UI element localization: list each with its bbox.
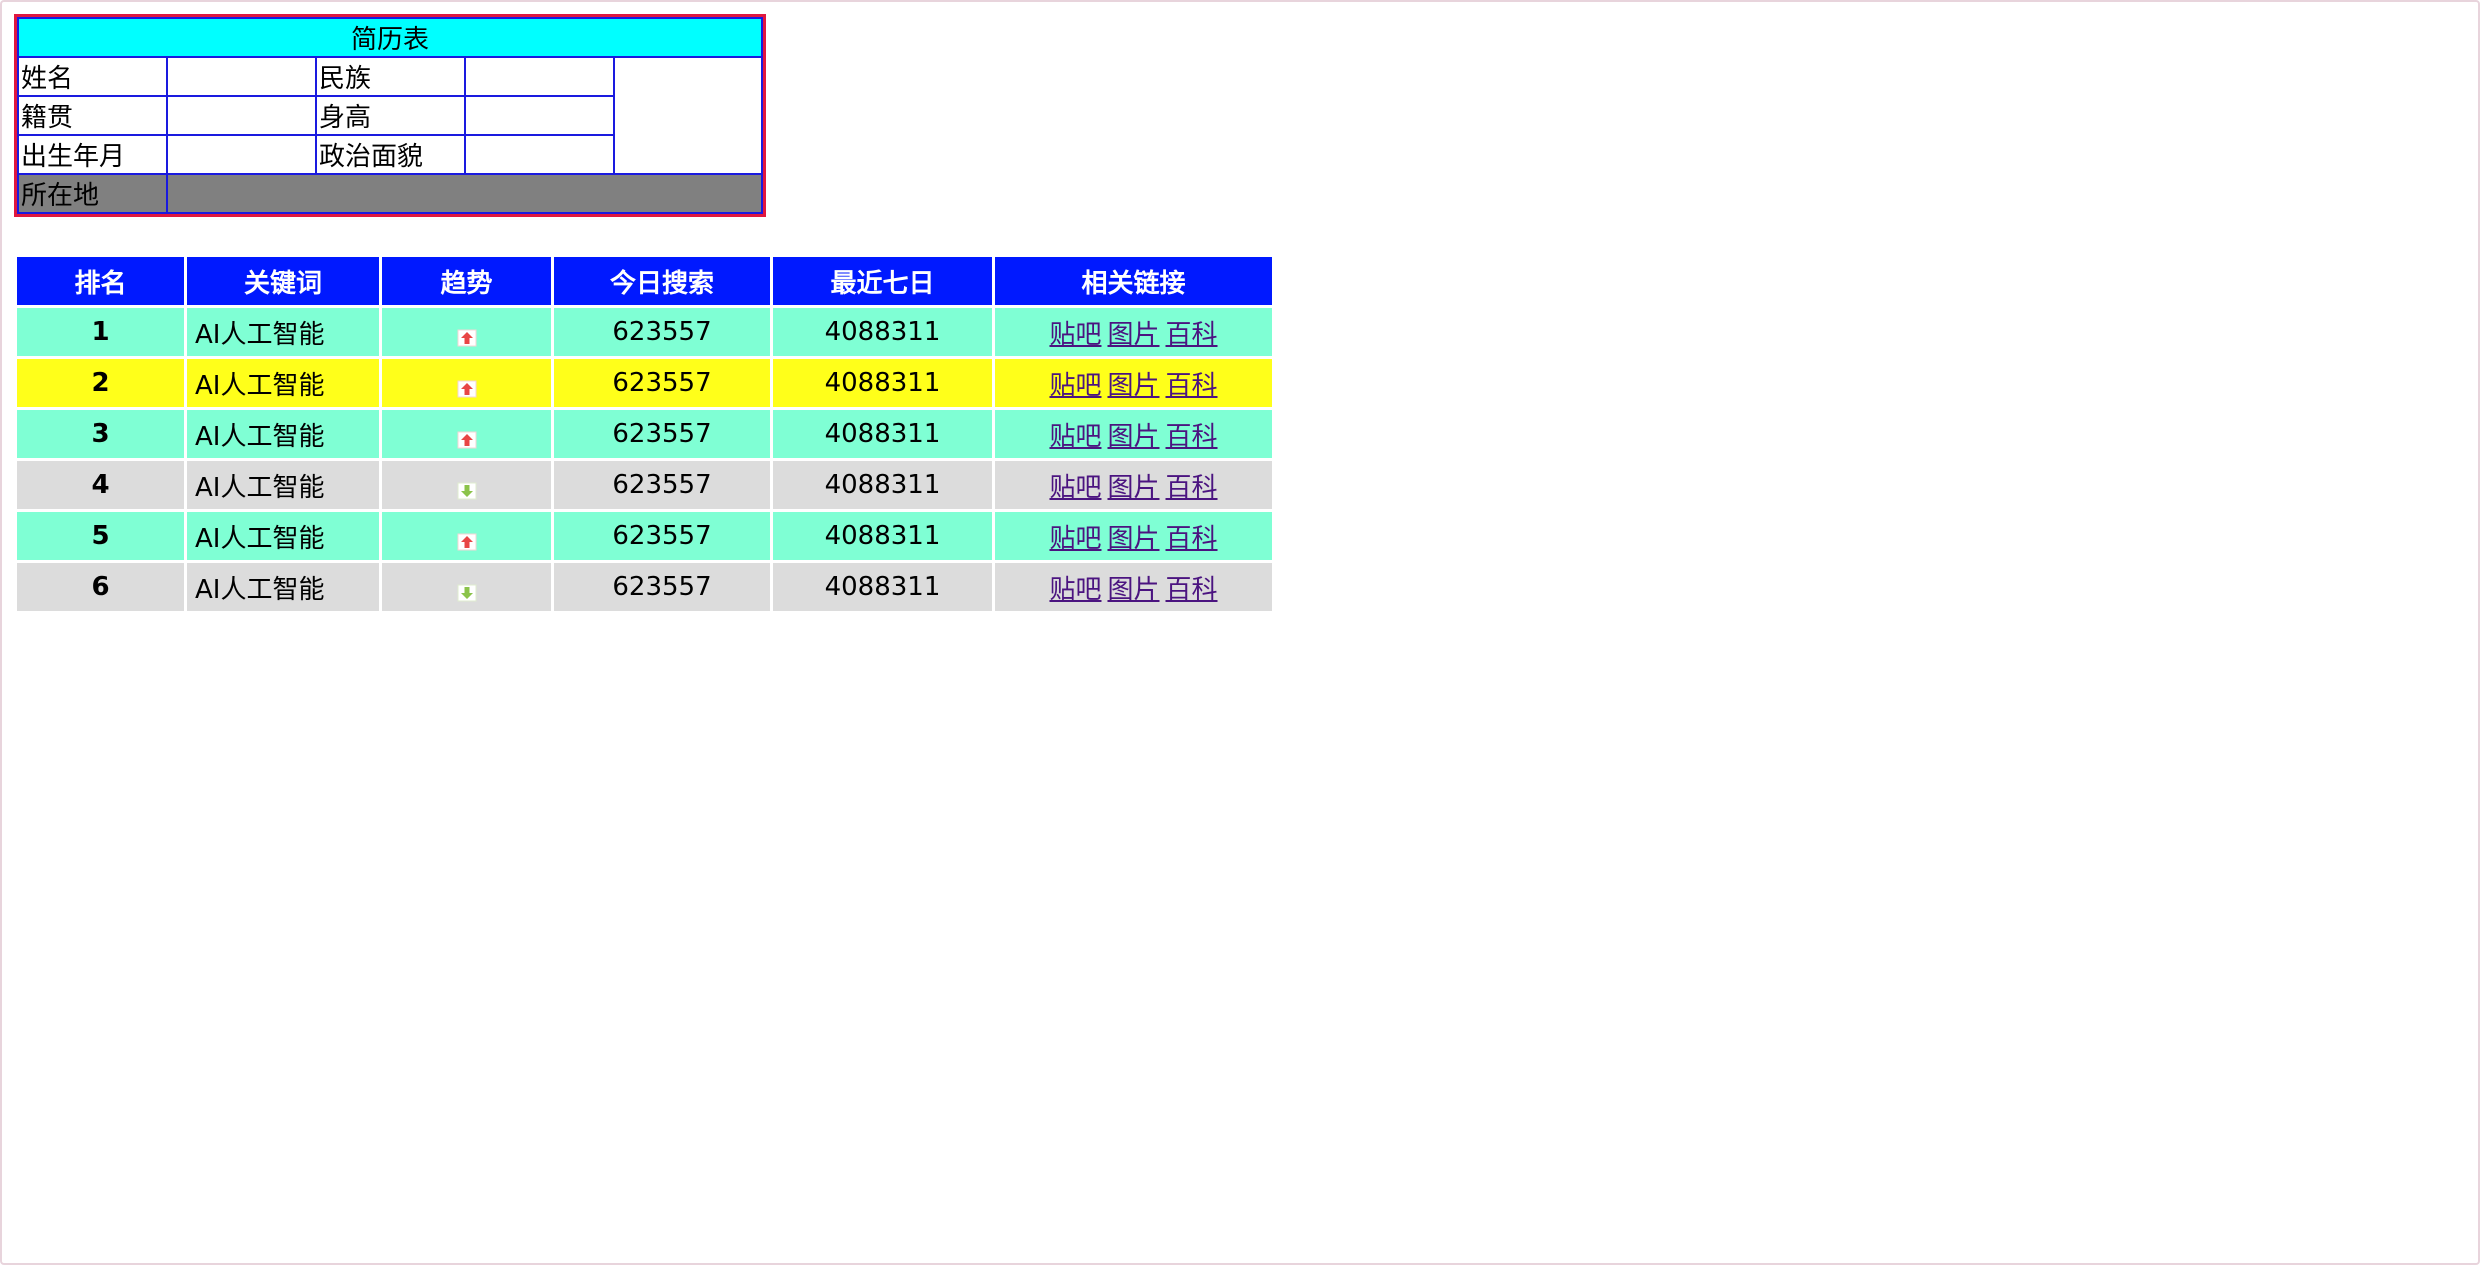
table-row: 3 AI人工智能 623557 4088311 贴吧 图片 百科	[17, 410, 1272, 458]
image-link[interactable]: 图片	[1107, 422, 1159, 452]
table-row: 4 AI人工智能 623557 4088311 贴吧 图片 百科	[17, 461, 1272, 509]
keyword-ranking-table: 排名 关键词 趋势 今日搜索 最近七日 相关链接 1 AI人工智能 623557 40…	[14, 254, 1275, 614]
resume-label-height: 身高	[315, 95, 466, 136]
related-links-cell: 贴吧 图片 百科	[995, 359, 1272, 407]
trend-cell	[382, 359, 551, 407]
today-search-cell: 623557	[554, 461, 770, 509]
baike-link[interactable]: 百科	[1166, 473, 1218, 503]
image-link[interactable]: 图片	[1107, 371, 1159, 401]
keyword-cell: AI人工智能	[187, 461, 379, 509]
table-row: 1 AI人工智能 623557 4088311 贴吧 图片 百科	[17, 308, 1272, 356]
down-arrow-icon	[457, 579, 477, 601]
rank-cell: 6	[17, 563, 184, 611]
baike-link[interactable]: 百科	[1166, 524, 1218, 554]
table-row: 6 AI人工智能 623557 4088311 贴吧 图片 百科	[17, 563, 1272, 611]
rank-cell: 5	[17, 512, 184, 560]
today-search-cell: 623557	[554, 410, 770, 458]
resume-label-birthdate: 出生年月	[17, 134, 168, 175]
resume-value-birthdate[interactable]	[166, 134, 317, 175]
keyword-cell: AI人工智能	[187, 359, 379, 407]
rank-cell: 2	[17, 359, 184, 407]
tieba-link[interactable]: 贴吧	[1049, 575, 1101, 605]
keyword-cell: AI人工智能	[187, 410, 379, 458]
keyword-cell: AI人工智能	[187, 512, 379, 560]
resume-photo-cell	[612, 56, 764, 175]
tieba-link[interactable]: 贴吧	[1049, 371, 1101, 401]
image-link[interactable]: 图片	[1107, 320, 1159, 350]
resume-title: 简历表	[16, 17, 764, 58]
related-links-cell: 贴吧 图片 百科	[995, 410, 1272, 458]
resume-value-height[interactable]	[464, 95, 615, 136]
keyword-cell: AI人工智能	[187, 563, 379, 611]
keyword-cell: AI人工智能	[187, 308, 379, 356]
resume-value-political[interactable]	[464, 134, 615, 175]
baike-link[interactable]: 百科	[1166, 320, 1218, 350]
today-search-cell: 623557	[554, 308, 770, 356]
tieba-link[interactable]: 贴吧	[1049, 524, 1101, 554]
today-search-cell: 623557	[554, 563, 770, 611]
trend-cell	[382, 308, 551, 356]
resume-label-name: 姓名	[17, 56, 168, 97]
trend-cell	[382, 461, 551, 509]
down-arrow-icon	[457, 477, 477, 499]
resume-table: 简历表 姓名 民族 籍贯 身高 出生年月 政治面貌 所在地	[14, 14, 767, 217]
trend-cell	[382, 512, 551, 560]
last-seven-days-cell: 4088311	[773, 308, 992, 356]
baike-link[interactable]: 百科	[1166, 422, 1218, 452]
up-arrow-icon	[457, 324, 477, 346]
table-row: 2 AI人工智能 623557 4088311 贴吧 图片 百科	[17, 359, 1272, 407]
table-row: 5 AI人工智能 623557 4088311 贴吧 图片 百科	[17, 512, 1272, 560]
resume-value-name[interactable]	[166, 56, 317, 97]
resume-value-ethnicity[interactable]	[464, 56, 615, 97]
related-links-cell: 贴吧 图片 百科	[995, 512, 1272, 560]
last-seven-days-cell: 4088311	[773, 359, 992, 407]
related-links-cell: 贴吧 图片 百科	[995, 461, 1272, 509]
last-seven-days-cell: 4088311	[773, 512, 992, 560]
header-trend: 趋势	[382, 257, 551, 305]
resume-label-political: 政治面貌	[315, 134, 466, 175]
table-header-row: 排名 关键词 趋势 今日搜索 最近七日 相关链接	[17, 257, 1272, 305]
resume-label-location: 所在地	[17, 173, 168, 214]
today-search-cell: 623557	[554, 359, 770, 407]
today-search-cell: 623557	[554, 512, 770, 560]
image-link[interactable]: 图片	[1107, 524, 1159, 554]
related-links-cell: 贴吧 图片 百科	[995, 308, 1272, 356]
header-today-search: 今日搜索	[554, 257, 770, 305]
last-seven-days-cell: 4088311	[773, 410, 992, 458]
rank-cell: 4	[17, 461, 184, 509]
image-link[interactable]: 图片	[1107, 575, 1159, 605]
rank-cell: 1	[17, 308, 184, 356]
header-keyword: 关键词	[187, 257, 379, 305]
up-arrow-icon	[457, 375, 477, 397]
resume-label-hometown: 籍贯	[17, 95, 168, 136]
tieba-link[interactable]: 贴吧	[1049, 473, 1101, 503]
resume-value-location[interactable]	[165, 173, 764, 214]
trend-cell	[382, 410, 551, 458]
resume-value-hometown[interactable]	[166, 95, 317, 136]
up-arrow-icon	[457, 426, 477, 448]
baike-link[interactable]: 百科	[1166, 575, 1218, 605]
baike-link[interactable]: 百科	[1166, 371, 1218, 401]
image-link[interactable]: 图片	[1107, 473, 1159, 503]
tieba-link[interactable]: 贴吧	[1049, 320, 1101, 350]
resume-label-ethnicity: 民族	[315, 56, 466, 97]
up-arrow-icon	[457, 528, 477, 550]
last-seven-days-cell: 4088311	[773, 461, 992, 509]
header-rank: 排名	[17, 257, 184, 305]
last-seven-days-cell: 4088311	[773, 563, 992, 611]
trend-cell	[382, 563, 551, 611]
tieba-link[interactable]: 贴吧	[1049, 422, 1101, 452]
header-last-seven-days: 最近七日	[773, 257, 992, 305]
rank-cell: 3	[17, 410, 184, 458]
related-links-cell: 贴吧 图片 百科	[995, 563, 1272, 611]
header-related-links: 相关链接	[995, 257, 1272, 305]
